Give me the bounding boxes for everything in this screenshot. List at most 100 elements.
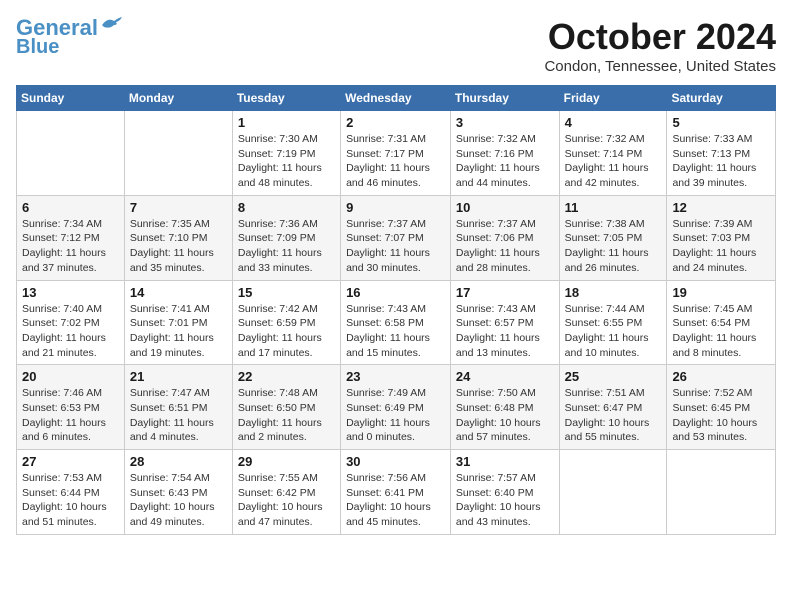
day-detail: Sunrise: 7:45 AM Sunset: 6:54 PM Dayligh… (672, 302, 770, 361)
logo-bird-icon (100, 17, 122, 33)
calendar-cell: 23 Sunrise: 7:49 AM Sunset: 6:49 PM Dayli… (341, 365, 451, 450)
calendar-cell: 11 Sunrise: 7:38 AM Sunset: 7:05 PM Dayli… (559, 195, 667, 280)
weekday-wednesday: Wednesday (341, 86, 451, 111)
calendar-cell: 12 Sunrise: 7:39 AM Sunset: 7:03 PM Dayli… (667, 195, 776, 280)
calendar-cell: 17 Sunrise: 7:43 AM Sunset: 6:57 PM Dayli… (450, 280, 559, 365)
day-detail: Sunrise: 7:42 AM Sunset: 6:59 PM Dayligh… (238, 302, 335, 361)
day-detail: Sunrise: 7:37 AM Sunset: 7:07 PM Dayligh… (346, 217, 445, 276)
calendar-cell: 26 Sunrise: 7:52 AM Sunset: 6:45 PM Dayli… (667, 365, 776, 450)
calendar-cell: 4 Sunrise: 7:32 AM Sunset: 7:14 PM Daylig… (559, 111, 667, 196)
day-number: 1 (238, 115, 335, 130)
calendar-cell: 18Sunrise: 7:44 AM Sunset: 6:55 PM Dayli… (559, 280, 667, 365)
day-number: 11 (565, 200, 662, 215)
day-detail: Sunrise: 7:40 AM Sunset: 7:02 PM Dayligh… (22, 302, 119, 361)
day-detail: Sunrise: 7:55 AM Sunset: 6:42 PM Dayligh… (238, 471, 335, 530)
calendar-cell (667, 450, 776, 535)
logo: General Blue (16, 16, 122, 58)
calendar-cell: 6 Sunrise: 7:34 AM Sunset: 7:12 PM Daylig… (17, 195, 125, 280)
calendar-week-2: 6 Sunrise: 7:34 AM Sunset: 7:12 PM Daylig… (17, 195, 776, 280)
day-detail: Sunrise: 7:52 AM Sunset: 6:45 PM Dayligh… (672, 386, 770, 445)
day-number: 17 (456, 285, 554, 300)
day-detail: Sunrise: 7:36 AM Sunset: 7:09 PM Dayligh… (238, 217, 335, 276)
day-detail: Sunrise: 7:54 AM Sunset: 6:43 PM Dayligh… (130, 471, 227, 530)
calendar-cell: 30Sunrise: 7:56 AM Sunset: 6:41 PM Dayli… (341, 450, 451, 535)
day-detail: Sunrise: 7:34 AM Sunset: 7:12 PM Dayligh… (22, 217, 119, 276)
day-number: 2 (346, 115, 445, 130)
day-number: 26 (672, 369, 770, 384)
location-subtitle: Condon, Tennessee, United States (544, 58, 776, 75)
calendar-cell: 5Sunrise: 7:33 AM Sunset: 7:13 PM Daylig… (667, 111, 776, 196)
calendar-week-3: 13 Sunrise: 7:40 AM Sunset: 7:02 PM Dayli… (17, 280, 776, 365)
calendar-week-4: 20 Sunrise: 7:46 AM Sunset: 6:53 PM Dayli… (17, 365, 776, 450)
calendar-cell: 25 Sunrise: 7:51 AM Sunset: 6:47 PM Dayli… (559, 365, 667, 450)
weekday-thursday: Thursday (450, 86, 559, 111)
day-number: 19 (672, 285, 770, 300)
calendar-cell: 21 Sunrise: 7:47 AM Sunset: 6:51 PM Dayli… (124, 365, 232, 450)
day-number: 6 (22, 200, 119, 215)
day-detail: Sunrise: 7:46 AM Sunset: 6:53 PM Dayligh… (22, 386, 119, 445)
calendar-cell (124, 111, 232, 196)
weekday-saturday: Saturday (667, 86, 776, 111)
day-number: 12 (672, 200, 770, 215)
day-detail: Sunrise: 7:32 AM Sunset: 7:14 PM Dayligh… (565, 132, 662, 191)
day-detail: Sunrise: 7:33 AM Sunset: 7:13 PM Dayligh… (672, 132, 770, 191)
calendar-body: 1 Sunrise: 7:30 AM Sunset: 7:19 PM Daylig… (17, 111, 776, 535)
calendar-cell: 13 Sunrise: 7:40 AM Sunset: 7:02 PM Dayli… (17, 280, 125, 365)
day-detail: Sunrise: 7:43 AM Sunset: 6:58 PM Dayligh… (346, 302, 445, 361)
calendar-cell: 10Sunrise: 7:37 AM Sunset: 7:06 PM Dayli… (450, 195, 559, 280)
day-detail: Sunrise: 7:31 AM Sunset: 7:17 PM Dayligh… (346, 132, 445, 191)
day-number: 31 (456, 454, 554, 469)
calendar-cell: 7 Sunrise: 7:35 AM Sunset: 7:10 PM Daylig… (124, 195, 232, 280)
calendar-cell: 22 Sunrise: 7:48 AM Sunset: 6:50 PM Dayli… (232, 365, 340, 450)
calendar-cell: 27Sunrise: 7:53 AM Sunset: 6:44 PM Dayli… (17, 450, 125, 535)
calendar-cell: 29 Sunrise: 7:55 AM Sunset: 6:42 PM Dayli… (232, 450, 340, 535)
page-header: General Blue October 2024 Condon, Tennes… (16, 16, 776, 75)
calendar-cell: 28Sunrise: 7:54 AM Sunset: 6:43 PM Dayli… (124, 450, 232, 535)
calendar-cell (17, 111, 125, 196)
calendar-cell: 19 Sunrise: 7:45 AM Sunset: 6:54 PM Dayli… (667, 280, 776, 365)
day-detail: Sunrise: 7:57 AM Sunset: 6:40 PM Dayligh… (456, 471, 554, 530)
day-number: 10 (456, 200, 554, 215)
day-number: 3 (456, 115, 554, 130)
calendar-week-1: 1 Sunrise: 7:30 AM Sunset: 7:19 PM Daylig… (17, 111, 776, 196)
calendar-cell: 24 Sunrise: 7:50 AM Sunset: 6:48 PM Dayli… (450, 365, 559, 450)
calendar-cell: 9 Sunrise: 7:37 AM Sunset: 7:07 PM Daylig… (341, 195, 451, 280)
calendar-cell: 14 Sunrise: 7:41 AM Sunset: 7:01 PM Dayli… (124, 280, 232, 365)
day-number: 7 (130, 200, 227, 215)
day-detail: Sunrise: 7:32 AM Sunset: 7:16 PM Dayligh… (456, 132, 554, 191)
day-number: 13 (22, 285, 119, 300)
day-number: 14 (130, 285, 227, 300)
day-detail: Sunrise: 7:48 AM Sunset: 6:50 PM Dayligh… (238, 386, 335, 445)
day-number: 9 (346, 200, 445, 215)
day-detail: Sunrise: 7:35 AM Sunset: 7:10 PM Dayligh… (130, 217, 227, 276)
day-number: 27 (22, 454, 119, 469)
calendar-table: SundayMondayTuesdayWednesdayThursdayFrid… (16, 85, 776, 535)
day-number: 29 (238, 454, 335, 469)
day-number: 4 (565, 115, 662, 130)
calendar-cell: 31 Sunrise: 7:57 AM Sunset: 6:40 PM Dayli… (450, 450, 559, 535)
day-number: 15 (238, 285, 335, 300)
day-detail: Sunrise: 7:41 AM Sunset: 7:01 PM Dayligh… (130, 302, 227, 361)
day-detail: Sunrise: 7:43 AM Sunset: 6:57 PM Dayligh… (456, 302, 554, 361)
day-detail: Sunrise: 7:39 AM Sunset: 7:03 PM Dayligh… (672, 217, 770, 276)
day-detail: Sunrise: 7:56 AM Sunset: 6:41 PM Dayligh… (346, 471, 445, 530)
day-detail: Sunrise: 7:47 AM Sunset: 6:51 PM Dayligh… (130, 386, 227, 445)
day-number: 21 (130, 369, 227, 384)
day-number: 20 (22, 369, 119, 384)
day-number: 8 (238, 200, 335, 215)
calendar-cell: 15 Sunrise: 7:42 AM Sunset: 6:59 PM Dayli… (232, 280, 340, 365)
weekday-header-row: SundayMondayTuesdayWednesdayThursdayFrid… (17, 86, 776, 111)
day-number: 22 (238, 369, 335, 384)
day-number: 24 (456, 369, 554, 384)
day-detail: Sunrise: 7:30 AM Sunset: 7:19 PM Dayligh… (238, 132, 335, 191)
day-detail: Sunrise: 7:44 AM Sunset: 6:55 PM Dayligh… (565, 302, 662, 361)
calendar-cell: 20 Sunrise: 7:46 AM Sunset: 6:53 PM Dayli… (17, 365, 125, 450)
day-detail: Sunrise: 7:51 AM Sunset: 6:47 PM Dayligh… (565, 386, 662, 445)
day-detail: Sunrise: 7:50 AM Sunset: 6:48 PM Dayligh… (456, 386, 554, 445)
weekday-sunday: Sunday (17, 86, 125, 111)
day-detail: Sunrise: 7:38 AM Sunset: 7:05 PM Dayligh… (565, 217, 662, 276)
weekday-friday: Friday (559, 86, 667, 111)
day-number: 23 (346, 369, 445, 384)
day-detail: Sunrise: 7:49 AM Sunset: 6:49 PM Dayligh… (346, 386, 445, 445)
day-number: 25 (565, 369, 662, 384)
